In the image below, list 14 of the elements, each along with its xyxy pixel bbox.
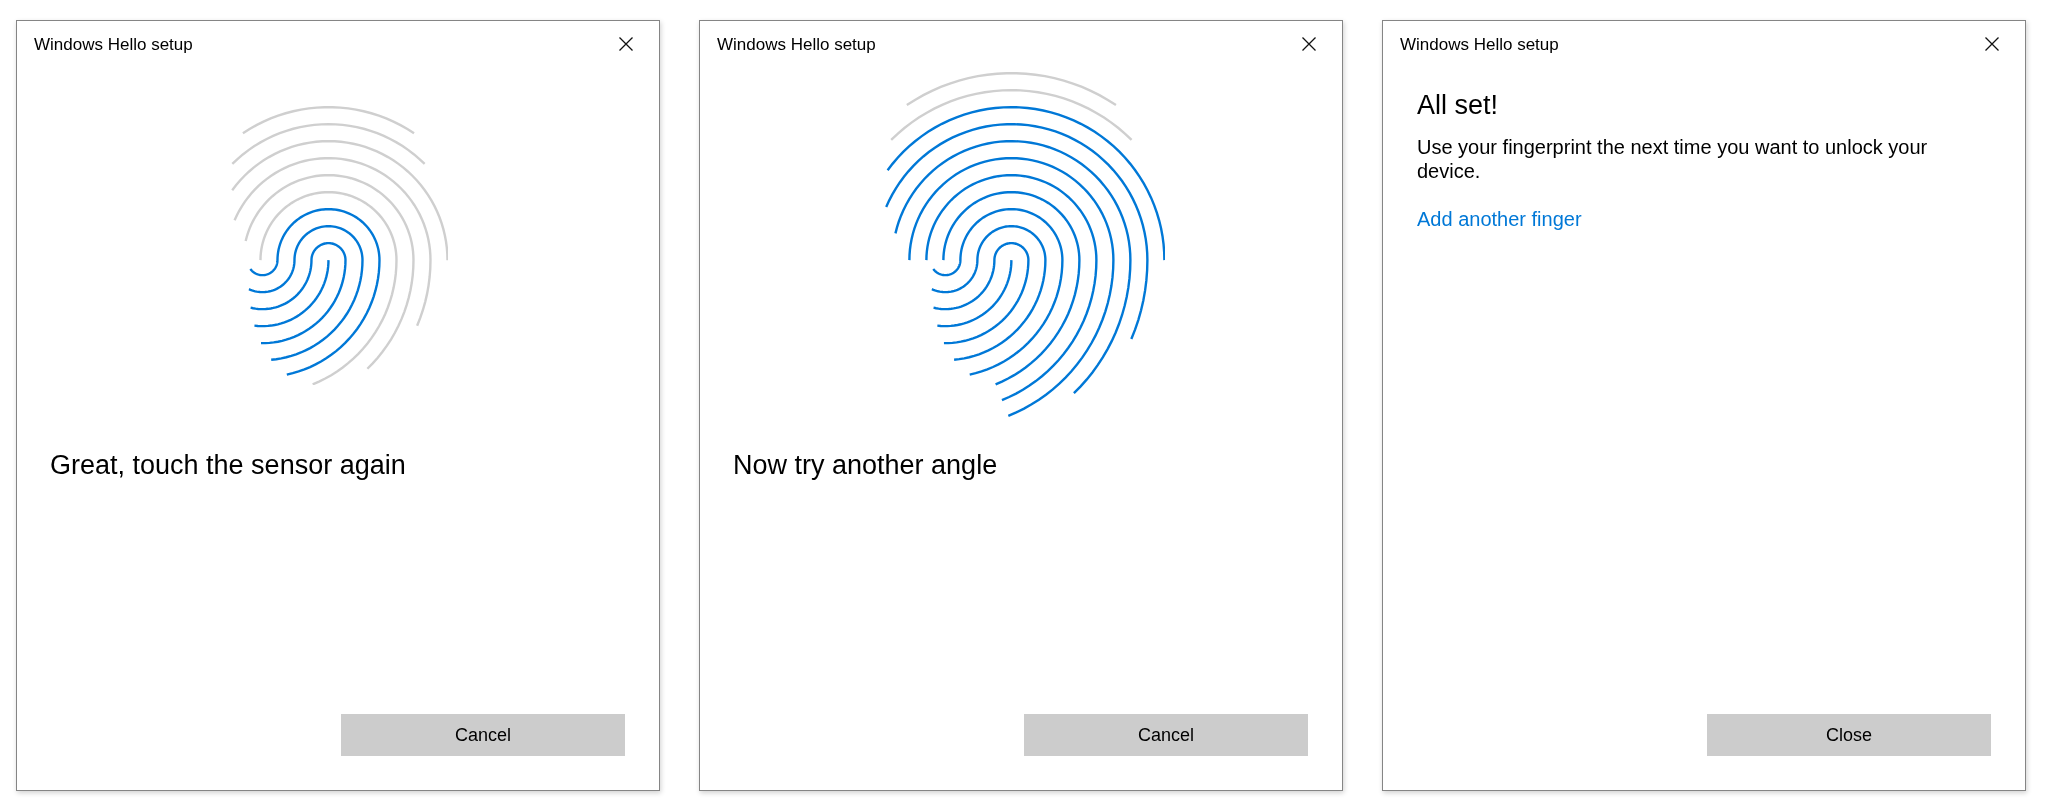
add-finger-link[interactable]: Add another finger [1417, 207, 1582, 231]
info-text: Use your fingerprint the next time you want to unlock your device. [1417, 135, 1929, 183]
close-icon [1985, 37, 1999, 51]
window-title: Windows Hello setup [1400, 34, 1559, 56]
window-title: Windows Hello setup [717, 34, 876, 56]
instruction-text: Great, touch the sensor again [50, 449, 406, 482]
instruction-text: Now try another angle [733, 449, 998, 482]
close-button[interactable]: Close [1707, 714, 1991, 756]
close-icon [1302, 37, 1316, 51]
cancel-button[interactable]: Cancel [341, 714, 625, 756]
cancel-button[interactable]: Cancel [1024, 714, 1308, 756]
success-heading: All set! [1417, 89, 1499, 122]
close-icon [619, 37, 633, 51]
window-title: Windows Hello setup [34, 34, 193, 56]
